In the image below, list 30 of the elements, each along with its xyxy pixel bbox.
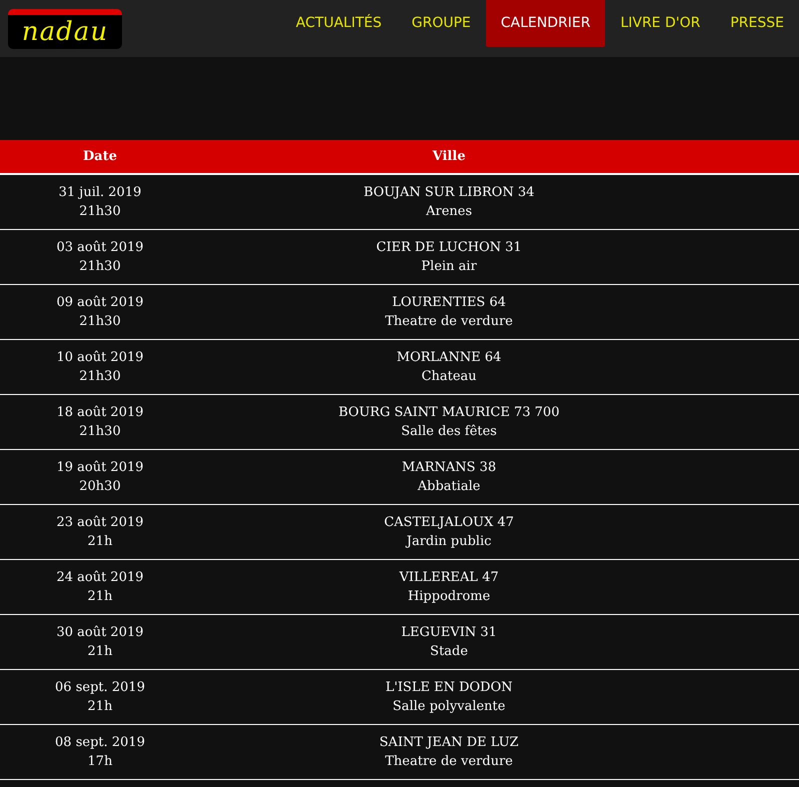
date-cell-text: 03 août 2019 21h30 bbox=[55, 239, 145, 276]
date-cell-text: 09 août 2019 21h30 bbox=[55, 294, 145, 331]
date-cell-text: 24 août 2019 21h bbox=[55, 569, 145, 606]
logo[interactable]: nadau bbox=[8, 8, 122, 48]
venue-cell-text: MORLANNE 64 Chateau bbox=[396, 349, 502, 386]
column-header: Ville bbox=[431, 148, 466, 166]
nav-tab[interactable]: PRESSE bbox=[715, 0, 799, 47]
date-cell-text: 10 août 2019 21h30 bbox=[55, 349, 145, 386]
venue-cell-text: BOUJAN SUR LIBRON 34 Arenes bbox=[362, 184, 536, 221]
venue-cell-text: L'ISLE EN DODON Salle polyvalente bbox=[384, 679, 514, 716]
venue-cell-text: CIER DE LUCHON 31 Plein air bbox=[375, 239, 523, 276]
venue-cell-text: MARNANS 38 Abbatiale bbox=[400, 459, 498, 496]
date-cell-text: 06 sept. 2019 21h bbox=[54, 679, 146, 716]
date-cell-text: 30 août 2019 21h bbox=[55, 624, 145, 661]
venue-cell-text: LEGUEVIN 31 Stade bbox=[400, 624, 498, 661]
venue-cell-text: CASTELJALOUX 47 Jardin public bbox=[383, 514, 515, 551]
nav-tab[interactable]: CALENDRIER bbox=[486, 0, 606, 47]
nav-tab[interactable]: ACTUALITÉS bbox=[280, 0, 397, 47]
venue-cell-text: LOURENTIES 64 Theatre de verdure bbox=[384, 294, 514, 331]
date-cell-text: 08 sept. 2019 17h bbox=[54, 734, 146, 771]
nav-tab[interactable]: LIVRE D'OR bbox=[605, 0, 716, 47]
column-header: Date bbox=[82, 148, 118, 166]
venue-cell-text: SAINT JEAN DE LUZ Theatre de verdure bbox=[378, 734, 520, 771]
venue-cell-text: BOURG SAINT MAURICE 73 700 Salle des fêtes bbox=[338, 404, 560, 441]
venue-cell-text: VILLEREAL 47 Hippodrome bbox=[398, 569, 500, 606]
date-cell-text: 31 juil. 2019 21h30 bbox=[58, 184, 142, 221]
date-cell-text: 23 août 2019 21h bbox=[55, 514, 145, 551]
nav-tab[interactable]: GROUPE bbox=[396, 0, 486, 47]
date-cell-text: 18 août 2019 21h30 bbox=[55, 404, 145, 441]
date-cell-text: 19 août 2019 20h30 bbox=[55, 459, 145, 496]
